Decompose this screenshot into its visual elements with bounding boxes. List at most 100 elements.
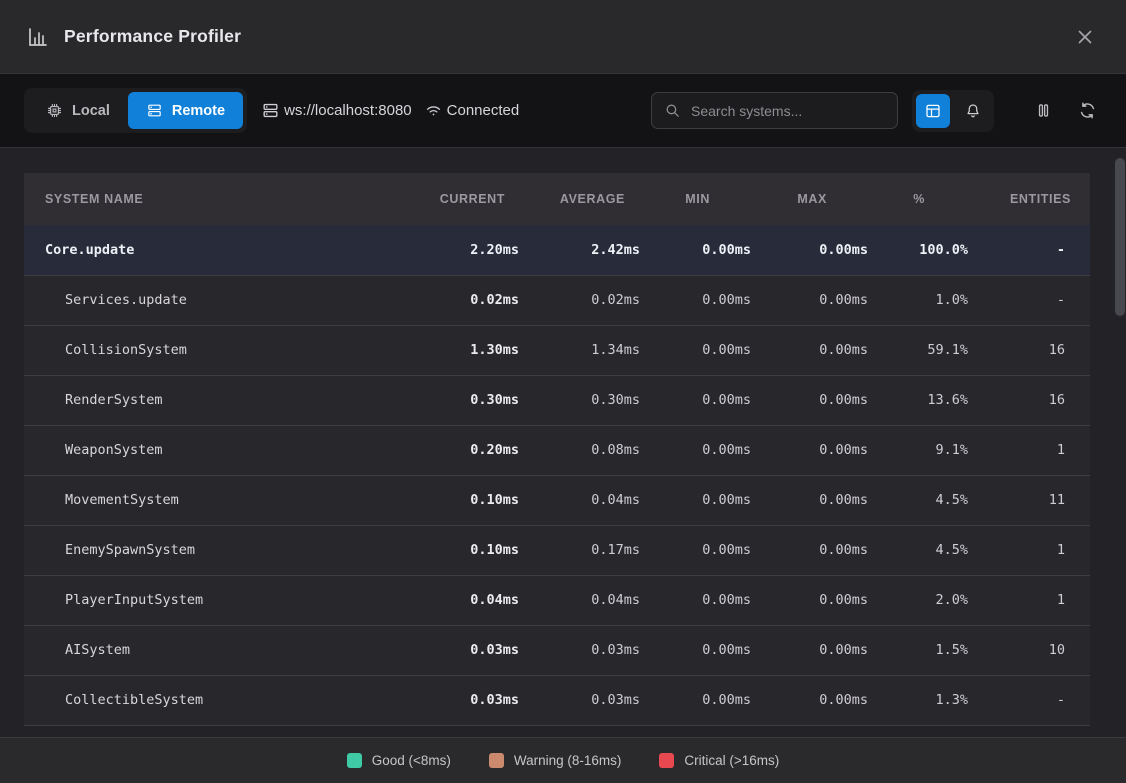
scrollbar-thumb[interactable]: [1115, 158, 1125, 316]
view-segmented-control: [912, 90, 994, 132]
table-row[interactable]: RenderSystem 0.30ms 0.30ms 0.00ms 0.00ms…: [24, 375, 1090, 425]
cell-average: 0.03ms: [519, 675, 640, 725]
performance-profiler-window: Performance Profiler Local: [0, 0, 1126, 783]
cell-system-name: EnemySpawnSystem: [24, 525, 400, 575]
column-header-percent[interactable]: %: [868, 173, 968, 225]
cell-min: 0.00ms: [640, 375, 751, 425]
cell-entities: 16: [968, 375, 1090, 425]
connection-url: ws://localhost:8080: [284, 102, 412, 119]
table-header: SYSTEM NAME CURRENT AVERAGE MIN MAX % EN…: [24, 173, 1090, 225]
cell-system-name: PlayerInputSystem: [24, 575, 400, 625]
cell-percent: 9.1%: [868, 425, 968, 475]
search-box[interactable]: [651, 92, 898, 129]
search-input[interactable]: [691, 103, 885, 119]
cell-percent: 100.0%: [868, 225, 968, 275]
alerts-button[interactable]: [956, 94, 990, 128]
cell-entities: 1: [968, 575, 1090, 625]
legend-footer: Good (<8ms) Warning (8-16ms) Critical (>…: [0, 737, 1126, 783]
cell-current: 2.20ms: [400, 225, 519, 275]
cell-percent: 1.5%: [868, 625, 968, 675]
remote-mode-button[interactable]: Remote: [128, 92, 243, 129]
cell-system-name: Core.update: [24, 225, 400, 275]
cell-average: 0.04ms: [519, 475, 640, 525]
local-mode-label: Local: [72, 103, 110, 119]
cell-entities: 1: [968, 525, 1090, 575]
cell-percent: 4.5%: [868, 475, 968, 525]
cell-current: 0.10ms: [400, 525, 519, 575]
column-header-system-name[interactable]: SYSTEM NAME: [24, 173, 400, 225]
table-view-button[interactable]: [916, 94, 950, 128]
cell-max: 0.00ms: [751, 325, 868, 375]
cell-percent: 4.5%: [868, 525, 968, 575]
cell-current: 0.03ms: [400, 675, 519, 725]
cell-max: 0.00ms: [751, 625, 868, 675]
cpu-chip-icon: [46, 102, 63, 119]
cell-max: 0.00ms: [751, 675, 868, 725]
wifi-icon: [424, 101, 443, 120]
cell-system-name: RenderSystem: [24, 375, 400, 425]
cell-average: 0.03ms: [519, 625, 640, 675]
cell-average: 0.02ms: [519, 275, 640, 325]
cell-max: 0.00ms: [751, 475, 868, 525]
close-button[interactable]: [1070, 22, 1100, 52]
cell-percent: 1.0%: [868, 275, 968, 325]
table-row[interactable]: CollectibleSystem 0.03ms 0.03ms 0.00ms 0…: [24, 675, 1090, 725]
bar-chart-icon: [26, 25, 50, 49]
cell-average: 0.17ms: [519, 525, 640, 575]
server-icon: [261, 101, 280, 120]
column-header-min[interactable]: MIN: [640, 173, 751, 225]
legend-item: Warning (8-16ms): [489, 753, 622, 768]
refresh-icon: [1078, 101, 1097, 120]
toolbar: Local Remote: [0, 73, 1126, 148]
cell-max: 0.00ms: [751, 425, 868, 475]
cell-current: 0.10ms: [400, 475, 519, 525]
connection-status: Connected: [447, 102, 520, 119]
table-row[interactable]: EnemySpawnSystem 0.10ms 0.17ms 0.00ms 0.…: [24, 525, 1090, 575]
cell-entities: 10: [968, 625, 1090, 675]
good-swatch-icon: [347, 753, 362, 768]
mode-segmented-control: Local Remote: [24, 88, 247, 133]
page-title: Performance Profiler: [64, 26, 241, 47]
table-row[interactable]: WeaponSystem 0.20ms 0.08ms 0.00ms 0.00ms…: [24, 425, 1090, 475]
refresh-button[interactable]: [1072, 96, 1102, 126]
cell-entities: 16: [968, 325, 1090, 375]
cell-system-name: WeaponSystem: [24, 425, 400, 475]
cell-average: 0.30ms: [519, 375, 640, 425]
table-row[interactable]: Core.update 2.20ms 2.42ms 0.00ms 0.00ms …: [24, 225, 1090, 275]
column-header-current[interactable]: CURRENT: [400, 173, 519, 225]
cell-current: 0.02ms: [400, 275, 519, 325]
cell-min: 0.00ms: [640, 675, 751, 725]
cell-entities: -: [968, 225, 1090, 275]
table-row[interactable]: Services.update 0.02ms 0.02ms 0.00ms 0.0…: [24, 275, 1090, 325]
cell-system-name: MovementSystem: [24, 475, 400, 525]
cell-current: 1.30ms: [400, 325, 519, 375]
server-icon: [146, 102, 163, 119]
cell-average: 1.34ms: [519, 325, 640, 375]
cell-percent: 13.6%: [868, 375, 968, 425]
cell-min: 0.00ms: [640, 525, 751, 575]
column-header-average[interactable]: AVERAGE: [519, 173, 640, 225]
table-row[interactable]: MovementSystem 0.10ms 0.04ms 0.00ms 0.00…: [24, 475, 1090, 525]
legend-item: Good (<8ms): [347, 753, 451, 768]
cell-max: 0.00ms: [751, 375, 868, 425]
close-icon: [1074, 26, 1096, 48]
legend-label: Critical (>16ms): [684, 753, 779, 768]
pause-button[interactable]: [1028, 96, 1058, 126]
critical-swatch-icon: [659, 753, 674, 768]
table-row[interactable]: PlayerInputSystem 0.04ms 0.04ms 0.00ms 0…: [24, 575, 1090, 625]
table-grid-icon: [924, 102, 942, 120]
cell-average: 2.42ms: [519, 225, 640, 275]
local-mode-button[interactable]: Local: [28, 92, 128, 129]
cell-percent: 2.0%: [868, 575, 968, 625]
column-header-entities[interactable]: ENTITIES: [968, 173, 1090, 225]
cell-max: 0.00ms: [751, 275, 868, 325]
column-header-max[interactable]: MAX: [751, 173, 868, 225]
table-row[interactable]: CollisionSystem 1.30ms 1.34ms 0.00ms 0.0…: [24, 325, 1090, 375]
legend-item: Critical (>16ms): [659, 753, 779, 768]
table-row[interactable]: AISystem 0.03ms 0.03ms 0.00ms 0.00ms 1.5…: [24, 625, 1090, 675]
legend-label: Warning (8-16ms): [514, 753, 622, 768]
cell-system-name: CollectibleSystem: [24, 675, 400, 725]
cell-min: 0.00ms: [640, 625, 751, 675]
remote-mode-label: Remote: [172, 103, 225, 119]
search-icon: [664, 102, 681, 119]
